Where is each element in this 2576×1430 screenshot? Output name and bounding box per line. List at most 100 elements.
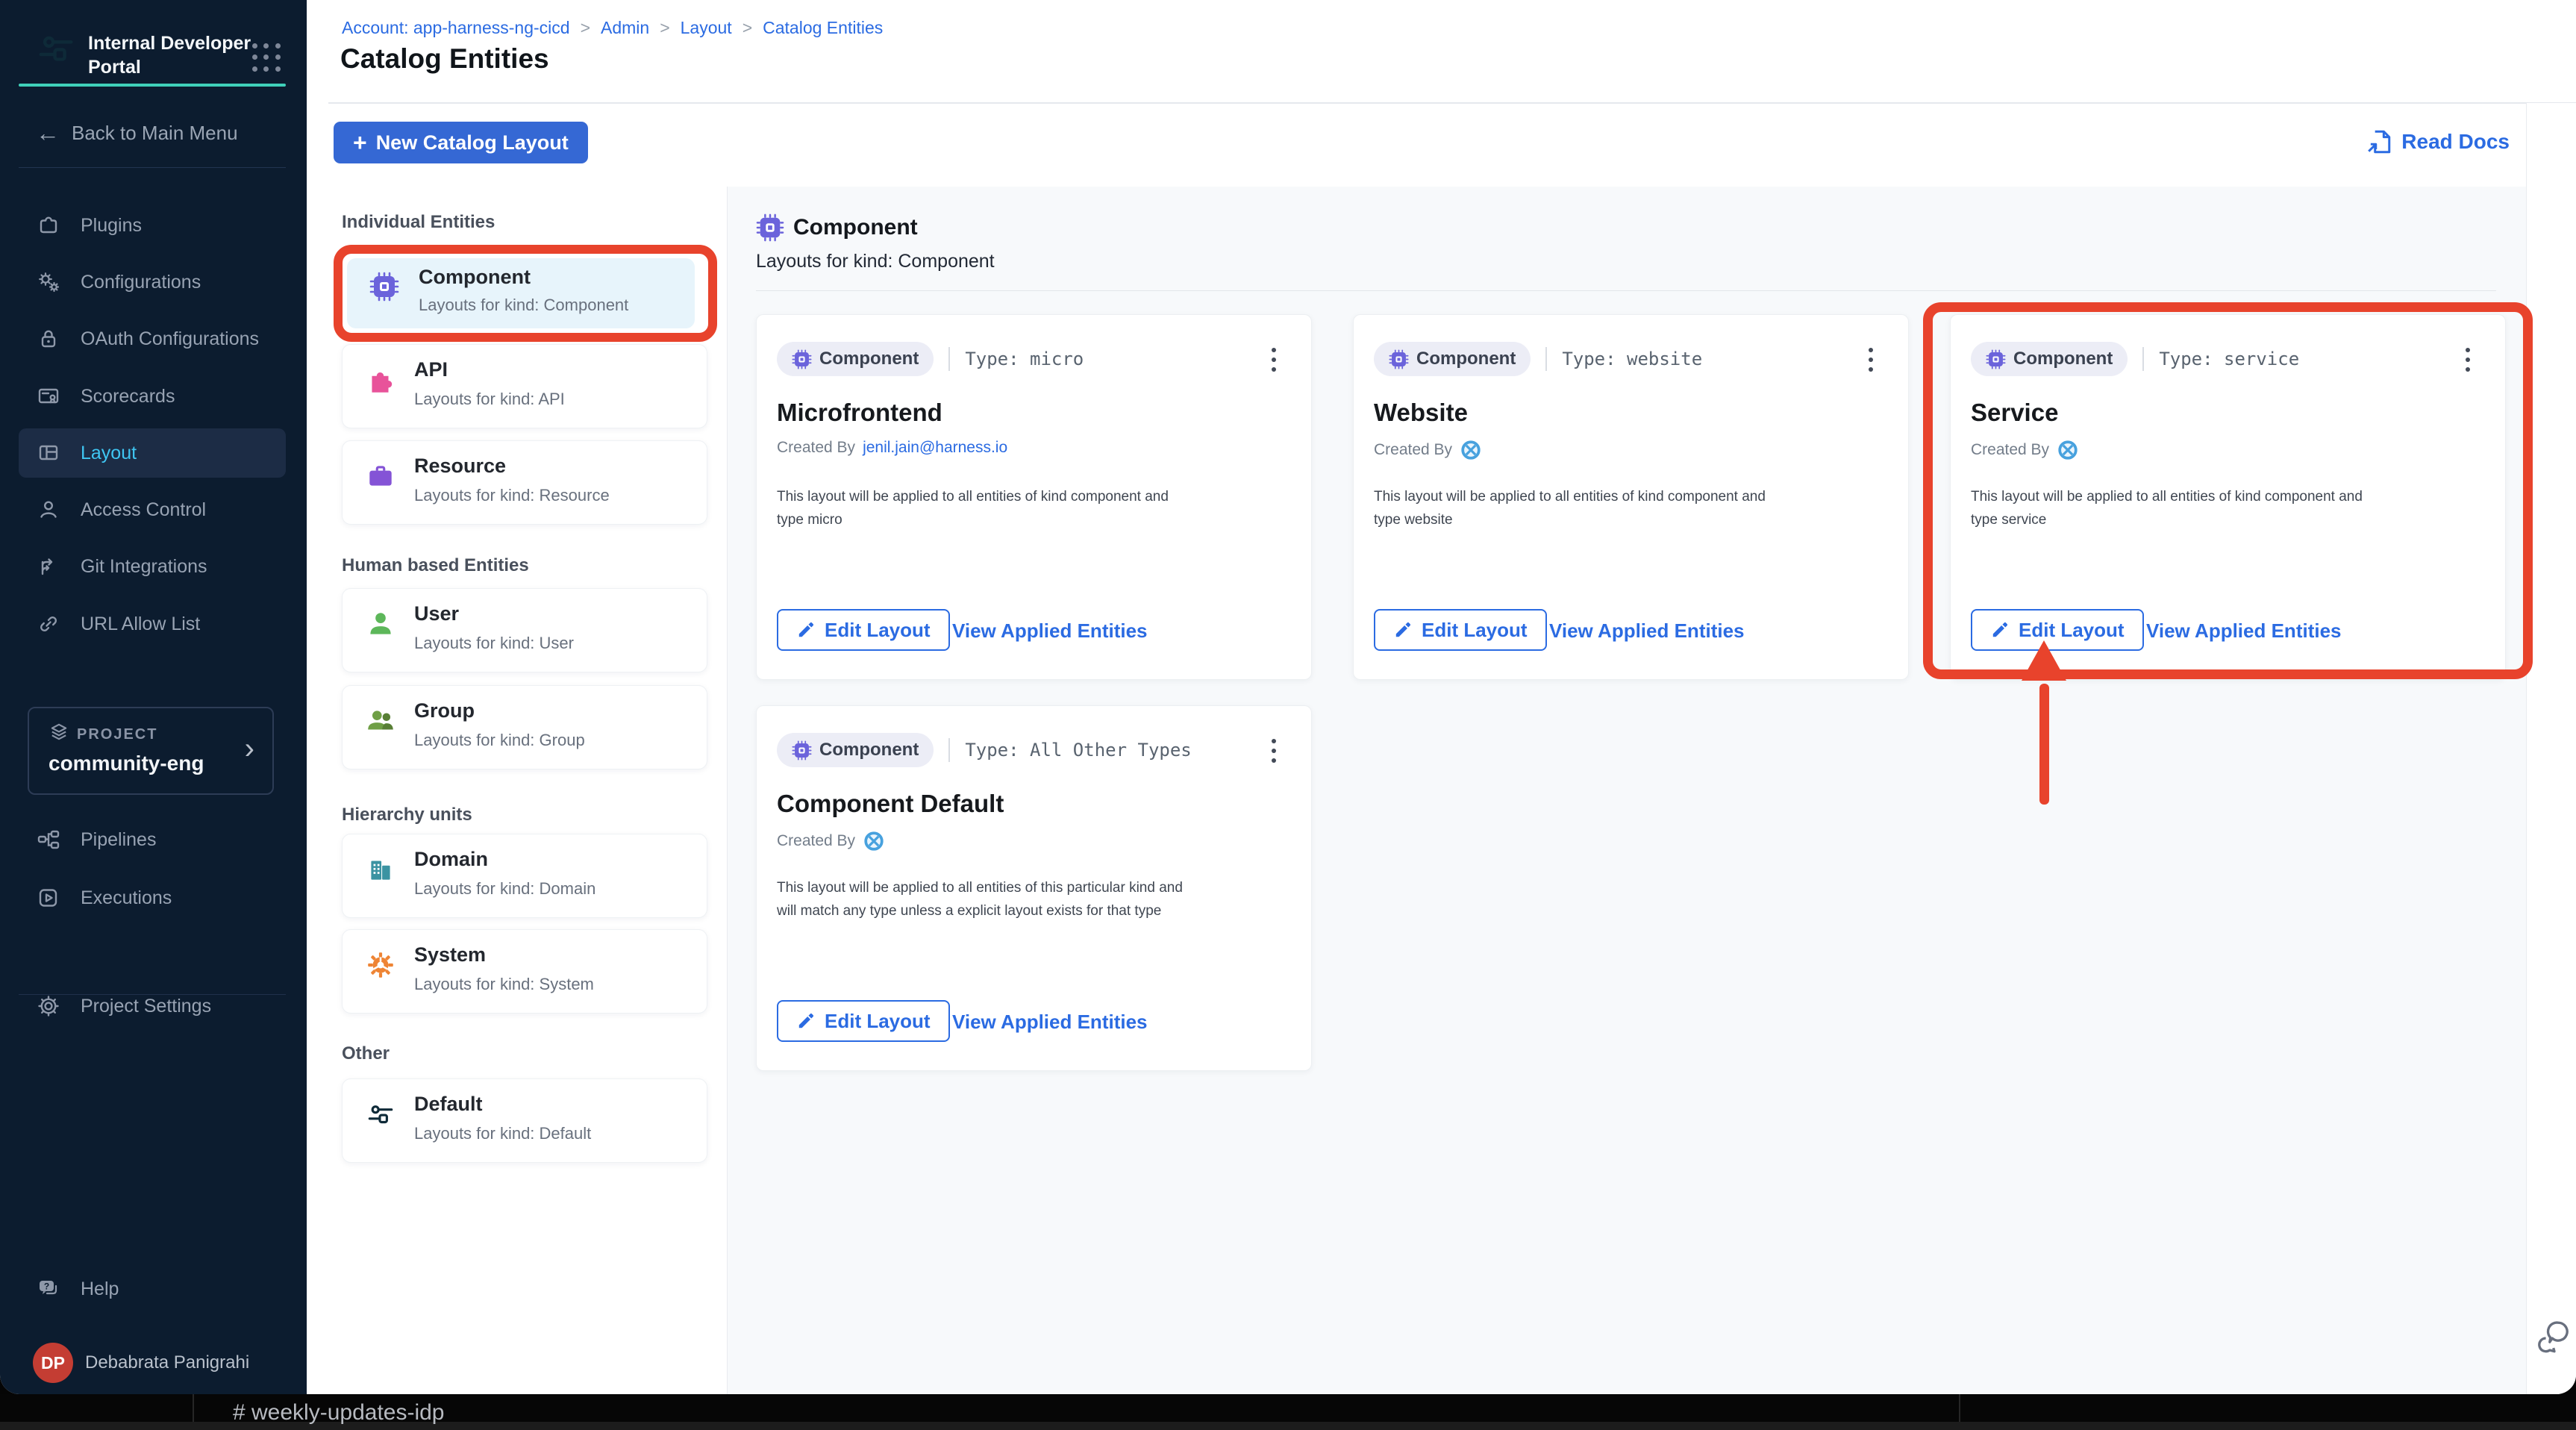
- kind-badge-label: Component: [819, 740, 919, 760]
- breadcrumb-layout[interactable]: Layout: [681, 18, 732, 38]
- card-badge-row: Component Type: All Other Types: [777, 733, 1192, 767]
- idp-logo-icon: [34, 27, 78, 70]
- component-icon: [756, 213, 784, 242]
- view-applied-entities-link[interactable]: View Applied Entities: [952, 1011, 1148, 1034]
- sidebar-item-layout[interactable]: Layout: [19, 428, 286, 478]
- entity-item-default[interactable]: Default Layouts for kind: Default: [342, 1078, 707, 1163]
- read-docs-link[interactable]: Read Docs: [2366, 125, 2510, 158]
- back-to-main-menu[interactable]: ← Back to Main Menu: [36, 118, 238, 148]
- project-selector[interactable]: PROJECT community-eng ›: [28, 707, 274, 795]
- entity-item-desc: Layouts for kind: Domain: [414, 879, 596, 898]
- sidebar-item-label: Access Control: [81, 499, 207, 520]
- pencil-icon: [1990, 620, 2010, 640]
- entity-item-desc: Layouts for kind: User: [414, 634, 574, 652]
- entity-item-user[interactable]: User Layouts for kind: User: [342, 588, 707, 672]
- entity-kind-panel: Individual Entities Component Layouts fo…: [328, 187, 728, 1394]
- card-badge-row: Component Type: website: [1374, 342, 1702, 376]
- entity-item-title: Default: [414, 1093, 483, 1115]
- kind-badge: Component: [777, 733, 934, 767]
- entity-item-domain[interactable]: Domain Layouts for kind: Domain: [342, 834, 707, 918]
- entity-item-api[interactable]: API Layouts for kind: API: [342, 344, 707, 428]
- scorecard-icon: [36, 384, 61, 409]
- kebab-menu[interactable]: [1259, 340, 1289, 379]
- sidebar-item-access-control[interactable]: Access Control: [19, 485, 286, 534]
- view-applied-entities-link[interactable]: View Applied Entities: [2146, 619, 2342, 643]
- layout-card-microfrontend: Component Type: micro Microfrontend Crea…: [756, 314, 1312, 680]
- sidebar-item-configurations[interactable]: Configurations: [19, 257, 286, 307]
- entity-item-desc: Layouts for kind: Resource: [414, 486, 610, 505]
- app-window: Internal Developer Portal ← Back to Main…: [0, 0, 2576, 1394]
- project-name: community-eng: [49, 752, 204, 775]
- sidebar-item-scorecards[interactable]: Scorecards: [19, 372, 286, 421]
- layout-card-website: Component Type: website Website Created …: [1353, 314, 1909, 680]
- sidebar-item-project-settings[interactable]: Project Settings: [19, 981, 286, 1031]
- kind-badge: Component: [1374, 342, 1531, 376]
- entity-item-resource[interactable]: Resource Layouts for kind: Resource: [342, 440, 707, 525]
- back-label: Back to Main Menu: [72, 121, 238, 144]
- sidebar-item-help[interactable]: Help: [19, 1264, 286, 1314]
- type-label: Type: website: [1545, 347, 1702, 371]
- component-icon: [1986, 349, 2006, 369]
- card-description: This layout will be applied to all entit…: [777, 489, 1169, 528]
- type-label: Type: service: [2142, 347, 2299, 371]
- annotation-arrow: [2039, 684, 2049, 805]
- kebab-menu[interactable]: [2453, 340, 2483, 379]
- chat-bubbles-icon[interactable]: [2534, 1318, 2575, 1358]
- entity-item-title: Group: [414, 699, 475, 722]
- created-by-row: Created By: [777, 830, 885, 852]
- kebab-menu[interactable]: [1259, 731, 1289, 770]
- entity-item-desc: Layouts for kind: API: [414, 390, 565, 408]
- created-by-row: Created By: [1374, 439, 1482, 461]
- section-label-other: Other: [342, 1043, 390, 1064]
- sidebar-item-executions[interactable]: Executions: [19, 873, 286, 922]
- view-applied-entities-link[interactable]: View Applied Entities: [1549, 619, 1745, 643]
- apps-grid-icon[interactable]: [252, 43, 282, 73]
- entity-item-title: Resource: [414, 455, 507, 477]
- edit-layout-button[interactable]: Edit Layout: [777, 609, 950, 651]
- entity-item-system[interactable]: System Layouts for kind: System: [342, 929, 707, 1014]
- card-title: Microfrontend: [777, 399, 942, 426]
- view-applied-entities-link[interactable]: View Applied Entities: [952, 619, 1148, 643]
- edit-layout-button[interactable]: Edit Layout: [777, 1000, 950, 1042]
- sidebar-item-plugins[interactable]: Plugins: [19, 201, 286, 250]
- pencil-icon: [1393, 620, 1413, 640]
- gear-icon: [36, 993, 61, 1019]
- breadcrumb-catalog-entities[interactable]: Catalog Entities: [763, 18, 883, 38]
- kind-badge: Component: [1971, 342, 2128, 376]
- entity-item-component[interactable]: Component Layouts for kind: Component: [347, 258, 695, 328]
- sidebar-item-label: Configurations: [81, 271, 201, 293]
- annotation-arrow-head: [2022, 640, 2066, 681]
- person-icon: [36, 497, 61, 522]
- avatar[interactable]: DP: [33, 1343, 73, 1383]
- resource-icon: [365, 460, 396, 492]
- entity-item-desc: Layouts for kind: Group: [414, 731, 585, 749]
- kind-badge: Component: [777, 342, 934, 376]
- kind-badge-label: Component: [2013, 349, 2113, 369]
- card-description: This layout will be applied to all entit…: [1374, 489, 1766, 528]
- sidebar-item-label: Git Integrations: [81, 555, 207, 577]
- kind-subtitle: Layouts for kind: Component: [756, 251, 995, 272]
- sidebar-item-oauth-configurations[interactable]: OAuth Configurations: [19, 314, 286, 363]
- new-catalog-layout-button[interactable]: + New Catalog Layout: [334, 122, 588, 163]
- breadcrumb-account[interactable]: Account: app-harness-ng-cicd: [342, 18, 570, 38]
- plus-icon: +: [353, 129, 367, 156]
- harness-creator-icon: [863, 830, 885, 852]
- sidebar-item-label: Plugins: [81, 214, 142, 236]
- sidebar-item-pipelines[interactable]: Pipelines: [19, 815, 286, 864]
- layout-card-component-default: Component Type: All Other Types Componen…: [756, 705, 1312, 1071]
- sidebar-item-git-integrations[interactable]: Git Integrations: [19, 542, 286, 591]
- breadcrumb-admin[interactable]: Admin: [601, 18, 649, 38]
- plugins-icon: [36, 213, 61, 238]
- help-icon: [36, 1276, 61, 1302]
- created-by-row: Created By: [1971, 439, 2079, 461]
- edit-layout-button[interactable]: Edit Layout: [1374, 609, 1547, 651]
- type-label: Type: All Other Types: [948, 738, 1192, 762]
- edit-layout-label: Edit Layout: [825, 618, 931, 641]
- card-description: This layout will be applied to all entit…: [1971, 489, 2363, 528]
- breadcrumb-separator: >: [742, 18, 753, 37]
- entity-item-group[interactable]: Group Layouts for kind: Group: [342, 685, 707, 769]
- kebab-menu[interactable]: [1856, 340, 1886, 379]
- sidebar-item-url-allow-list[interactable]: URL Allow List: [19, 599, 286, 649]
- creator-link[interactable]: jenil.jain@harness.io: [863, 439, 1007, 457]
- card-badge-row: Component Type: service: [1971, 342, 2299, 376]
